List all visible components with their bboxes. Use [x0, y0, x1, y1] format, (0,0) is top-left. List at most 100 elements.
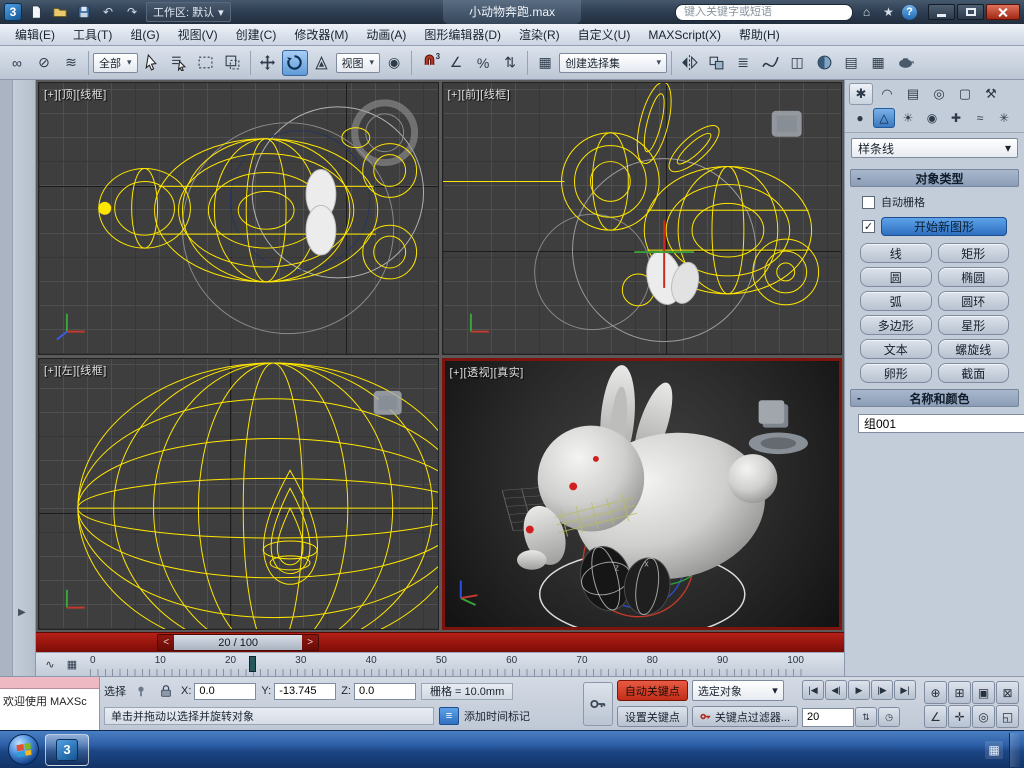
start-new-shape-button[interactable]: 开始新图形	[881, 217, 1007, 236]
zoom-extents-icon[interactable]: ▣	[972, 681, 995, 704]
new-file-icon[interactable]	[26, 3, 46, 21]
go-start-icon[interactable]: |◀	[802, 680, 824, 700]
start-button[interactable]	[8, 734, 39, 765]
shape-button-text[interactable]: 文本	[860, 339, 932, 359]
show-desktop-button[interactable]	[1009, 732, 1020, 767]
undo-icon[interactable]: ↶	[98, 3, 118, 21]
viewport-left[interactable]: [+][左][线框]	[38, 357, 439, 630]
time-slider[interactable]: < 20 / 100 >	[36, 632, 844, 652]
shape-category-dropdown[interactable]: 样条线 ▾	[851, 138, 1018, 158]
viewport-perspective-label[interactable]: [+][透视][真实]	[450, 364, 524, 380]
next-frame-icon[interactable]: |▶	[871, 680, 893, 700]
shape-button-section[interactable]: 截面	[937, 363, 1009, 383]
schematic-view-icon[interactable]: ◫	[784, 50, 810, 76]
start-new-shape-checkbox[interactable]: ✓	[862, 220, 875, 233]
menu-modifiers[interactable]: 修改器(M)	[285, 24, 357, 45]
select-by-name-icon[interactable]	[166, 50, 192, 76]
mini-curve-editor-icon[interactable]: ∿	[40, 656, 60, 674]
menu-customize[interactable]: 自定义(U)	[569, 24, 640, 45]
viewport-front-label[interactable]: [+][前][线框]	[448, 86, 511, 102]
select-object-icon[interactable]	[139, 50, 165, 76]
maxscript-mini-listener[interactable]: 欢迎使用 MAXSc	[0, 677, 100, 730]
shape-button-line[interactable]: 线	[860, 243, 932, 263]
mirror-icon[interactable]	[676, 50, 702, 76]
set-key-icon[interactable]	[582, 681, 613, 726]
snap-toggle-icon[interactable]: 3	[416, 50, 442, 76]
sub-cameras-icon[interactable]: ◉	[921, 108, 943, 128]
menu-maxscript[interactable]: MAXScript(X)	[639, 26, 730, 44]
sub-shapes-icon[interactable]: △	[873, 108, 895, 128]
current-frame-marker[interactable]	[248, 656, 256, 672]
viewport-top-label[interactable]: [+][顶][线框]	[44, 86, 107, 102]
bind-spacewarp-icon[interactable]: ≋	[58, 50, 84, 76]
render-icon[interactable]	[892, 50, 918, 76]
sub-helpers-icon[interactable]: ✚	[945, 108, 967, 128]
shape-button-star[interactable]: 星形	[937, 315, 1009, 335]
z-input[interactable]	[353, 682, 416, 700]
play-icon[interactable]: ▶	[848, 680, 870, 700]
sub-systems-icon[interactable]: ✳	[993, 108, 1015, 128]
expand-arrow-icon[interactable]: ▶	[18, 607, 26, 618]
track-bar[interactable]: ∿ ▦ 0 10 20 30 40 50 60 70 80 90 100	[36, 652, 844, 676]
minimize-button[interactable]	[928, 4, 955, 20]
autogrid-checkbox[interactable]	[862, 195, 875, 209]
key-selection-set-dropdown[interactable]: 选定对象 ▾	[691, 680, 784, 701]
shape-button-donut[interactable]: 圆环	[937, 291, 1009, 311]
tab-hierarchy-icon[interactable]: ▤	[901, 83, 925, 105]
time-slider-handle[interactable]: < 20 / 100 >	[157, 634, 320, 651]
prev-frame-icon[interactable]: ◀|	[825, 680, 847, 700]
sub-spacewarps-icon[interactable]: ≈	[969, 108, 991, 128]
lock-icon[interactable]	[156, 682, 176, 700]
macro-recorder-line[interactable]	[0, 677, 99, 689]
shape-button-circle[interactable]: 圆	[860, 267, 932, 287]
home-icon[interactable]: ⌂	[858, 5, 875, 19]
window-crossing-icon[interactable]	[220, 50, 246, 76]
use-pivot-center-icon[interactable]: ◉	[381, 50, 407, 76]
tab-create-icon[interactable]: ✱	[849, 83, 873, 105]
zoom-extents-all-icon[interactable]: ⊠	[996, 681, 1019, 704]
auto-key-button[interactable]: 自动关键点	[616, 680, 688, 701]
maximize-button[interactable]	[957, 4, 984, 20]
shape-button-ngon[interactable]: 多边形	[860, 315, 932, 335]
coord-system-dropdown[interactable]: 视图 ▾	[335, 52, 381, 73]
save-file-icon[interactable]	[74, 3, 94, 21]
layer-manager-icon[interactable]: ≣	[730, 50, 756, 76]
viewport-top[interactable]: [+][顶][线框]	[38, 82, 439, 355]
shape-button-egg[interactable]: 卵形	[860, 363, 932, 383]
shape-button-ellipse[interactable]: 椭圆	[937, 267, 1009, 287]
viewport-front[interactable]: [+][前][线框]	[441, 82, 842, 355]
tab-modify-icon[interactable]: ◠	[875, 83, 899, 105]
zoom-icon[interactable]: ⊕	[924, 681, 947, 704]
tray-icon[interactable]: ▦	[985, 740, 1003, 759]
percent-snap-icon[interactable]: %	[470, 50, 496, 76]
menu-views[interactable]: 视图(V)	[169, 24, 227, 45]
menu-create[interactable]: 创建(C)	[227, 24, 286, 45]
unlink-icon[interactable]: ⊘	[31, 50, 57, 76]
select-scale-icon[interactable]	[309, 50, 335, 76]
menu-graph-editors[interactable]: 图形编辑器(D)	[415, 24, 510, 45]
menu-rendering[interactable]: 渲染(R)	[510, 24, 569, 45]
spinner-snap-icon[interactable]: ⇅	[497, 50, 523, 76]
menu-group[interactable]: 组(G)	[121, 24, 168, 45]
menu-tools[interactable]: 工具(T)	[64, 24, 121, 45]
rect-selection-region-icon[interactable]	[193, 50, 219, 76]
selection-filter-dropdown[interactable]: 全部 ▾	[93, 52, 138, 73]
current-frame-input[interactable]	[802, 707, 854, 727]
select-move-icon[interactable]	[255, 50, 281, 76]
x-input[interactable]	[194, 682, 257, 700]
shape-button-rectangle[interactable]: 矩形	[937, 243, 1009, 263]
go-end-icon[interactable]: ▶|	[894, 680, 916, 700]
key-filters-button[interactable]: 关键点过滤器...	[691, 706, 798, 727]
shape-button-helix[interactable]: 螺旋线	[937, 339, 1009, 359]
trackbar-filter-icon[interactable]: ▦	[62, 656, 82, 674]
prev-frame-arrow[interactable]: <	[158, 635, 175, 650]
zoom-all-icon[interactable]: ⊞	[948, 681, 971, 704]
angle-snap-icon[interactable]: ∠	[443, 50, 469, 76]
sub-geometry-icon[interactable]: ●	[849, 108, 871, 128]
field-of-view-icon[interactable]: ∠	[924, 705, 947, 728]
listener-open-icon[interactable]: ≡	[439, 706, 459, 725]
object-name-input[interactable]	[858, 414, 1024, 433]
favorites-icon[interactable]: ★	[880, 5, 897, 19]
workspace-dropdown[interactable]: 工作区: 默认 ▾	[146, 2, 231, 22]
frame-spinner[interactable]: ⇅	[855, 707, 877, 727]
